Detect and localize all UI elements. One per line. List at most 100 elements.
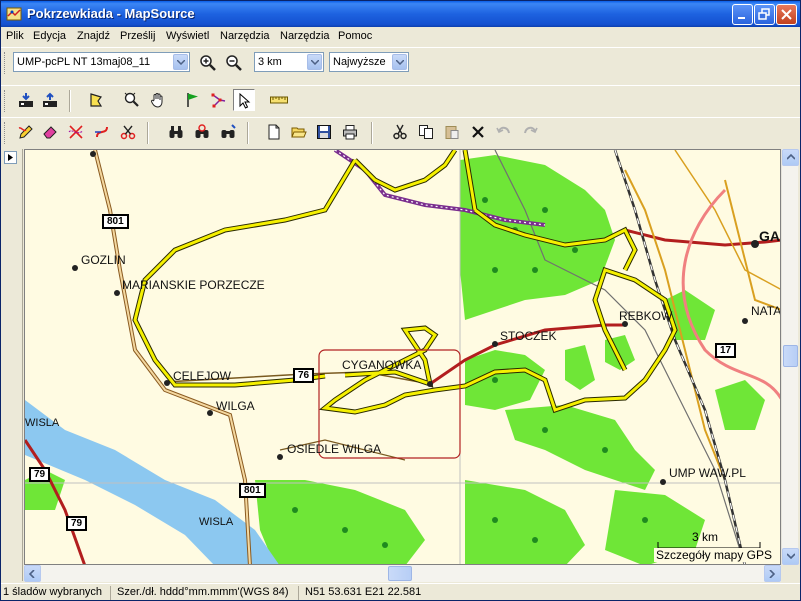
undo-button[interactable] bbox=[493, 121, 515, 143]
find-button[interactable] bbox=[165, 121, 187, 143]
vertical-scroll-thumb[interactable] bbox=[783, 345, 798, 367]
menu-narzedzia-1[interactable]: Narzędzia bbox=[218, 29, 272, 43]
edit-toolbar bbox=[1, 117, 800, 147]
paste-button[interactable] bbox=[441, 121, 463, 143]
toolbar-separator bbox=[371, 122, 373, 144]
map-tool-icon bbox=[90, 93, 103, 107]
map-toolbar: UMP-pcPL NT 13maj08_11 3 km Najwyższe bbox=[1, 47, 800, 77]
map-view[interactable]: GOZLIN MARIANSKIE PORZECZE CELEJOW WILGA… bbox=[24, 149, 781, 565]
copy-button[interactable] bbox=[415, 121, 437, 143]
chevron-down-icon[interactable] bbox=[307, 54, 322, 70]
track-draw-button[interactable] bbox=[15, 121, 37, 143]
measure-tool-button[interactable] bbox=[267, 89, 289, 111]
join-track-button[interactable] bbox=[91, 121, 113, 143]
chevron-down-icon[interactable] bbox=[173, 54, 188, 70]
route-tool-button[interactable] bbox=[208, 89, 230, 111]
vertical-scrollbar[interactable] bbox=[781, 149, 799, 565]
close-button[interactable] bbox=[776, 4, 797, 25]
regional-road-pink bbox=[681, 188, 780, 400]
menu-narzedzia-2[interactable]: Narzędzia bbox=[278, 29, 332, 43]
open-file-button[interactable] bbox=[288, 121, 310, 143]
place-garwolin[interactable]: GA bbox=[759, 228, 780, 244]
send-to-device-button[interactable] bbox=[39, 89, 61, 111]
toolbar-grip[interactable] bbox=[4, 90, 7, 112]
find-nearest-button[interactable] bbox=[191, 121, 213, 143]
flag-icon bbox=[187, 93, 198, 107]
pan-tool-button[interactable] bbox=[147, 89, 169, 111]
maximize-button[interactable] bbox=[754, 4, 775, 25]
scroll-up-button[interactable] bbox=[782, 149, 799, 166]
arrow-right-icon bbox=[769, 570, 775, 578]
menu-wyswietl[interactable]: Wyświetl bbox=[164, 29, 211, 43]
place-osiedle-wilga[interactable]: OSIEDLE WILGA bbox=[287, 442, 381, 456]
redo-button[interactable] bbox=[519, 121, 541, 143]
find-places-button[interactable] bbox=[217, 121, 239, 143]
scissors-icon bbox=[393, 124, 407, 140]
eraser-tool-button[interactable] bbox=[39, 121, 61, 143]
toolbar-separator bbox=[147, 122, 149, 144]
place-gozlin[interactable]: GOZLIN bbox=[81, 253, 126, 267]
zoom-out-button[interactable] bbox=[223, 52, 245, 74]
chevron-down-icon[interactable] bbox=[392, 54, 407, 70]
zoom-scale-value: 3 km bbox=[258, 56, 282, 68]
save-file-button[interactable] bbox=[313, 121, 335, 143]
mapsource-app-icon bbox=[6, 7, 22, 21]
new-file-button[interactable] bbox=[263, 121, 285, 143]
horizontal-scrollbar[interactable] bbox=[24, 565, 781, 582]
road-shield-76: 76 bbox=[293, 368, 315, 383]
menu-przeslij[interactable]: Prześlij bbox=[118, 29, 157, 43]
tools-toolbar bbox=[1, 85, 800, 115]
waypoint-tool-button[interactable] bbox=[182, 89, 204, 111]
hand-icon bbox=[151, 93, 163, 108]
eraser-icon bbox=[43, 126, 57, 139]
place-marianskie-porzecze[interactable]: MARIANSKIE PORZECZE bbox=[122, 278, 265, 292]
print-button[interactable] bbox=[339, 121, 361, 143]
zoom-in-icon bbox=[200, 55, 216, 71]
window-title: Pokrzewkiada - MapSource bbox=[27, 6, 195, 21]
new-file-icon bbox=[268, 124, 280, 140]
menu-bar: Plik Edycja Znajdź Prześlij Wyświetl Nar… bbox=[1, 27, 800, 46]
place-ump-waw[interactable]: UMP WAW.PL bbox=[669, 466, 746, 480]
toolbar-separator bbox=[247, 122, 249, 144]
pencil-track-icon bbox=[18, 125, 33, 139]
cut-track-icon bbox=[120, 125, 136, 140]
horizontal-scroll-thumb[interactable] bbox=[388, 566, 412, 581]
receive-from-device-button[interactable] bbox=[15, 89, 37, 111]
zoom-tool-button[interactable] bbox=[121, 89, 143, 111]
scroll-right-button[interactable] bbox=[764, 565, 781, 582]
mapsource-window: Pokrzewkiada - MapSource Plik Edycja Zna… bbox=[0, 0, 801, 601]
toolbar-grip[interactable] bbox=[4, 52, 7, 74]
map-product-select[interactable]: UMP-pcPL NT 13maj08_11 bbox=[13, 52, 190, 72]
cut-button[interactable] bbox=[389, 121, 411, 143]
place-cyganowka[interactable]: CYGANOWKA bbox=[342, 358, 421, 372]
title-bar[interactable]: Pokrzewkiada - MapSource bbox=[1, 1, 800, 27]
road-shield-801-top: 801 bbox=[102, 214, 129, 229]
divide-track-button[interactable] bbox=[65, 121, 87, 143]
menu-edycja[interactable]: Edycja bbox=[31, 29, 68, 43]
menu-znajdz[interactable]: Znajdź bbox=[75, 29, 112, 43]
scissors-track-button[interactable] bbox=[117, 121, 139, 143]
place-wilga[interactable]: WILGA bbox=[216, 399, 255, 413]
toolbar-grip[interactable] bbox=[4, 122, 7, 144]
place-stoczek[interactable]: STOCZEK bbox=[500, 329, 556, 343]
scroll-left-button[interactable] bbox=[24, 565, 41, 582]
receive-from-device-icon bbox=[19, 93, 33, 107]
place-celejow[interactable]: CELEJOW bbox=[173, 369, 231, 383]
menu-plik[interactable]: Plik bbox=[4, 29, 26, 43]
zoom-scale-select[interactable]: 3 km bbox=[254, 52, 324, 72]
place-natalin[interactable]: NATA bbox=[751, 304, 780, 318]
detail-level-select[interactable]: Najwyższe bbox=[329, 52, 409, 72]
minimize-button[interactable] bbox=[732, 4, 753, 25]
road-shield-79-bottom: 79 bbox=[66, 516, 88, 531]
expand-panel-button[interactable] bbox=[4, 151, 17, 164]
delete-button[interactable] bbox=[467, 121, 489, 143]
arrow-up-icon bbox=[787, 154, 795, 160]
delete-x-icon bbox=[472, 126, 484, 138]
data-panel-collapsed bbox=[1, 149, 23, 581]
scroll-down-button[interactable] bbox=[782, 548, 799, 565]
menu-pomoc[interactable]: Pomoc bbox=[336, 29, 374, 43]
place-rebkow[interactable]: REBKOW bbox=[619, 309, 672, 323]
zoom-in-button[interactable] bbox=[197, 52, 219, 74]
selection-tool-button[interactable] bbox=[233, 89, 255, 111]
map-tool-button[interactable] bbox=[85, 89, 107, 111]
